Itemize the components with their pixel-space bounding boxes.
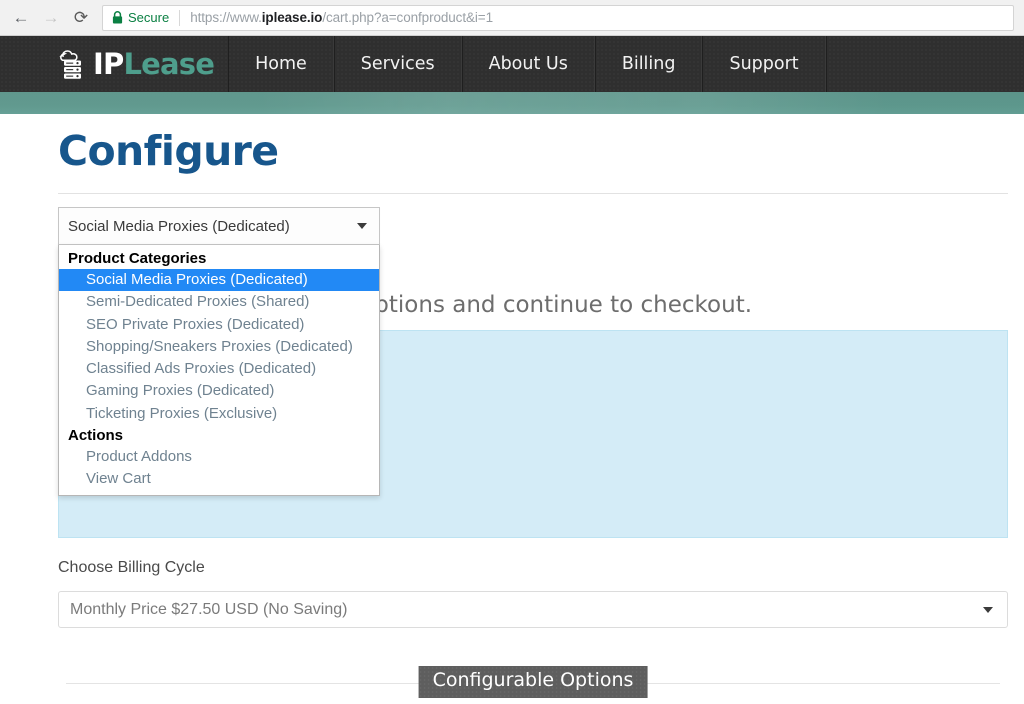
option-gaming-proxies[interactable]: Gaming Proxies (Dedicated) <box>59 380 379 402</box>
site-navbar: IPLease Home Services About Us Billing S… <box>0 36 1024 92</box>
option-social-media-proxies[interactable]: Social Media Proxies (Dedicated) <box>59 269 379 292</box>
nav-item-home[interactable]: Home <box>228 36 334 92</box>
option-shopping-sneakers-proxies[interactable]: Shopping/Sneakers Proxies (Dedicated) <box>59 336 379 358</box>
url-text: https://www.iplease.io/cart.php?a=confpr… <box>190 10 493 25</box>
secure-label: Secure <box>128 10 170 25</box>
optgroup-label-actions: Actions <box>68 427 124 445</box>
forward-icon[interactable]: → <box>36 3 66 33</box>
nav-item-services[interactable]: Services <box>333 36 462 92</box>
option-product-addons[interactable]: Product Addons <box>59 446 379 468</box>
title-divider <box>58 193 1008 194</box>
page-title: Configure <box>58 127 279 175</box>
configurable-options-divider: Configurable Options <box>66 666 1000 700</box>
brand-name-secondary: Lease <box>123 46 215 81</box>
back-icon[interactable]: ← <box>6 3 36 33</box>
billing-cycle-select[interactable]: Monthly Price $27.50 USD (No Saving) <box>58 591 1008 628</box>
navbar-right-fill <box>825 36 1024 92</box>
option-seo-private-proxies[interactable]: SEO Private Proxies (Dedicated) <box>59 314 379 336</box>
optgroup-label-product-categories: Product Categories <box>68 250 207 267</box>
option-view-cart[interactable]: View Cart <box>59 468 379 490</box>
option-ticketing-proxies[interactable]: Ticketing Proxies (Exclusive) <box>59 403 379 425</box>
site-logo[interactable]: IPLease <box>56 36 228 92</box>
omnibox-divider <box>179 9 181 26</box>
billing-cycle-value: Monthly Price $27.50 USD (No Saving) <box>70 600 348 618</box>
url-host: iplease.io <box>261 10 323 25</box>
nav-item-about-us[interactable]: About Us <box>461 36 595 92</box>
cloud-server-icon <box>59 50 81 79</box>
brand-name-primary: IP <box>93 46 124 81</box>
product-category-value: Social Media Proxies (Dedicated) <box>68 217 290 235</box>
browser-toolbar: ← → ⟳ Secure https://www.iplease.io/cart… <box>0 0 1024 36</box>
hero-band <box>0 92 1024 114</box>
url-path: /cart.php?a=confproduct&i=1 <box>322 10 493 25</box>
lock-icon <box>112 11 123 24</box>
chevron-down-icon <box>357 223 367 229</box>
navbar-left-spacer <box>0 36 56 92</box>
security-indicator[interactable]: Secure <box>112 10 169 25</box>
address-bar[interactable]: Secure https://www.iplease.io/cart.php?a… <box>102 4 1014 31</box>
page-body: Configure Choose your configurable optio… <box>0 114 1024 704</box>
product-category-menu[interactable]: Product Categories Social Media Proxies … <box>58 245 380 496</box>
reload-icon[interactable]: ⟳ <box>66 3 96 33</box>
nav-item-support[interactable]: Support <box>702 36 826 92</box>
option-semi-dedicated-proxies[interactable]: Semi-Dedicated Proxies (Shared) <box>59 291 379 313</box>
billing-cycle-label: Choose Billing Cycle <box>58 559 205 576</box>
product-category-select-box[interactable]: Social Media Proxies (Dedicated) <box>58 207 380 245</box>
nav-item-billing[interactable]: Billing <box>594 36 703 92</box>
content-container: Configure Choose your configurable optio… <box>58 114 1008 692</box>
configurable-options-badge: Configurable Options <box>419 666 648 698</box>
chevron-down-icon <box>983 606 993 613</box>
product-category-select[interactable]: Social Media Proxies (Dedicated) Product… <box>58 207 380 496</box>
option-classified-ads-proxies[interactable]: Classified Ads Proxies (Dedicated) <box>59 358 379 380</box>
